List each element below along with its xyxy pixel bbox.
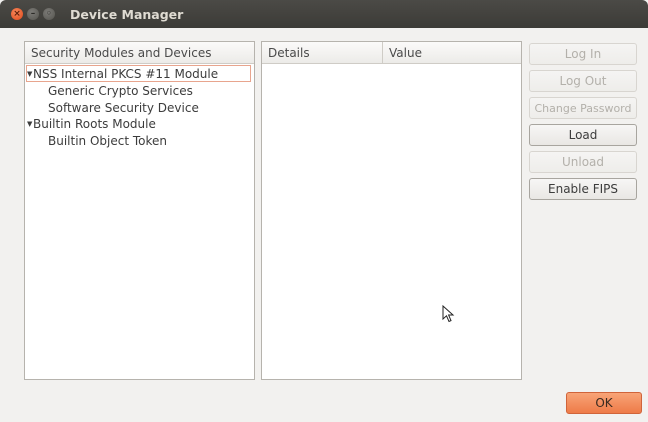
ok-button[interactable]: OK <box>566 392 642 414</box>
tree-header[interactable]: Security Modules and Devices <box>25 42 254 64</box>
enable-fips-button[interactable]: Enable FIPS <box>529 178 637 200</box>
tree-column-header[interactable]: Security Modules and Devices <box>25 42 211 63</box>
tree-item-label: NSS Internal PKCS #11 Module <box>33 67 219 81</box>
minimize-icon: – <box>30 8 36 19</box>
unload-button[interactable]: Unload <box>529 151 637 173</box>
log-out-button[interactable]: Log Out <box>529 70 637 92</box>
log-in-button[interactable]: Log In <box>529 43 637 65</box>
tree-item-nss-internal[interactable]: ▼NSS Internal PKCS #11 Module <box>26 65 251 82</box>
maximize-icon: ◦ <box>46 8 52 19</box>
tree-item-label: Generic Crypto Services <box>48 84 193 98</box>
load-button[interactable]: Load <box>529 124 637 146</box>
tree-item-label: Builtin Object Token <box>48 134 168 148</box>
minimize-window-button[interactable]: – <box>27 8 39 20</box>
tree-item-software-security[interactable]: Software Security Device <box>48 100 199 117</box>
tree-item-builtin-object-token[interactable]: Builtin Object Token <box>48 133 167 150</box>
tree-item-builtin-roots[interactable]: ▼Builtin Roots Module <box>27 116 156 133</box>
tree-item-label: Software Security Device <box>48 101 199 115</box>
mouse-pointer-icon <box>442 305 455 323</box>
value-column-header[interactable]: Value <box>383 42 422 63</box>
details-table[interactable]: Details Value <box>261 41 522 380</box>
details-header: Details Value <box>262 42 521 64</box>
close-icon: × <box>13 8 21 19</box>
change-password-button[interactable]: Change Password <box>529 97 637 119</box>
tree-item-generic-crypto[interactable]: Generic Crypto Services <box>48 83 193 100</box>
window-title: Device Manager <box>70 7 184 22</box>
details-column-header[interactable]: Details <box>262 42 383 63</box>
title-bar: × – ◦ Device Manager <box>0 0 648 28</box>
tree-item-label: Builtin Roots Module <box>33 117 156 131</box>
security-modules-tree[interactable]: Security Modules and Devices ▼NSS Intern… <box>24 41 255 380</box>
close-window-button[interactable]: × <box>11 8 23 20</box>
maximize-window-button[interactable]: ◦ <box>43 8 55 20</box>
device-manager-window: × – ◦ Device Manager Security Modules an… <box>0 0 648 422</box>
